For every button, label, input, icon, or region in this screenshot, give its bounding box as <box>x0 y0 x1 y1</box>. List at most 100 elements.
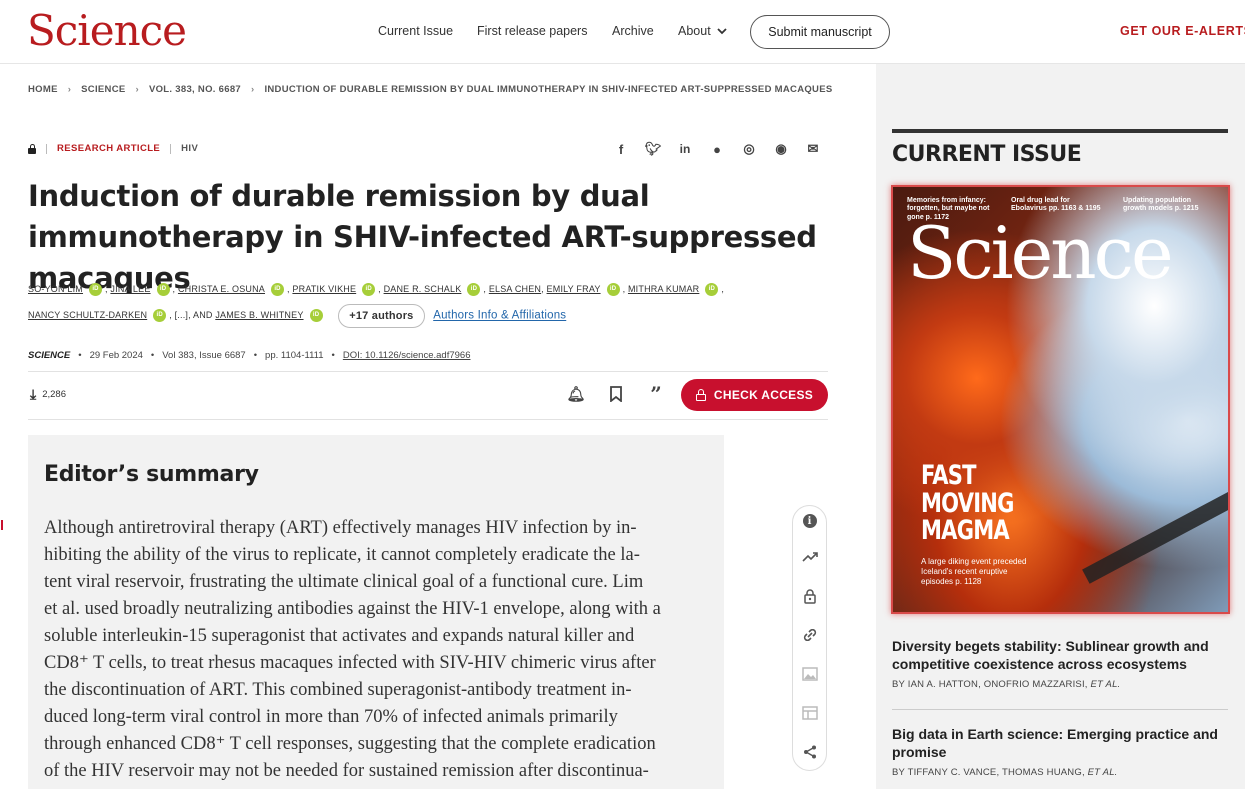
rail-article: Diversity begets stability: Sublinear gr… <box>892 637 1228 690</box>
site-header: Science Current Issue First release pape… <box>0 0 1245 64</box>
access-lock-icon[interactable] <box>801 586 819 606</box>
more-authors-button[interactable]: +17 authors <box>338 303 425 328</box>
bookmark-icon[interactable] <box>606 384 626 404</box>
summary-line: Although antiretroviral therapy (ART) ef… <box>44 518 637 538</box>
nav-current-issue[interactable]: Current Issue <box>378 24 453 38</box>
downloads-value: 2,286 <box>42 388 66 400</box>
wechat-icon[interactable]: ◎ <box>740 140 758 158</box>
bell-icon[interactable]: 🔔︎ <box>566 384 586 404</box>
downloads-count: ⤓ 2,286 <box>30 387 66 401</box>
orcid-icon[interactable]: iD <box>467 283 481 297</box>
cover-logo: Science <box>907 211 1174 295</box>
cite-icon[interactable]: ” <box>646 382 666 406</box>
breadcrumb: HOME › SCIENCE › VOL. 383, NO. 6687 › IN… <box>28 84 832 95</box>
nav-archive[interactable]: Archive <box>612 24 654 38</box>
orcid-icon[interactable]: iD <box>705 283 719 297</box>
right-rail: CURRENT ISSUE Memories from infancy: for… <box>876 64 1245 789</box>
author-link[interactable]: Elsa Chen <box>489 284 541 294</box>
orcid-icon[interactable]: iD <box>153 309 167 323</box>
chevron-right-icon: › <box>250 84 255 95</box>
chevron-right-icon: › <box>67 84 72 95</box>
e-alerts-link[interactable]: GET OUR E-ALERTS <box>1120 24 1245 38</box>
cover-headline-line: MOVING <box>921 487 1014 519</box>
submit-manuscript-button[interactable]: Submit manuscript <box>750 15 890 49</box>
author-link[interactable]: Jina Lee <box>110 284 150 294</box>
article-tools: 🔔︎ ” <box>566 382 666 406</box>
scroll-marker <box>1 520 3 530</box>
author-link[interactable]: Pratik Vikhe <box>292 284 356 294</box>
metrics-icon[interactable] <box>801 547 819 567</box>
lock-icon <box>28 143 36 154</box>
orcid-icon[interactable]: iD <box>606 283 620 297</box>
rail-article-authors: BY IAN A. HATTON, ONOFRIO MAZZARISI, ET … <box>892 679 1228 690</box>
author-link[interactable]: Nancy Schultz-Darken <box>28 310 147 320</box>
rail-article-title[interactable]: Diversity begets stability: Sublinear gr… <box>892 637 1228 673</box>
doi-link[interactable]: DOI: 10.1126/science.adf7966 <box>343 350 471 361</box>
orcid-icon[interactable]: iD <box>362 283 376 297</box>
editors-summary: Editor’s summary Although antiretroviral… <box>28 435 724 789</box>
cover-headline-line: FAST <box>921 460 976 491</box>
author-link[interactable]: So-Yon Lim <box>28 284 83 294</box>
orcid-icon[interactable]: iD <box>89 283 103 297</box>
authors-ellipsis[interactable]: [...], AND <box>175 310 213 320</box>
journal-name[interactable]: SCIENCE <box>28 350 70 361</box>
summary-line: duced long-term viral control in more th… <box>44 707 618 727</box>
info-icon[interactable]: i <box>802 514 817 528</box>
breadcrumb-science[interactable]: SCIENCE <box>81 84 125 95</box>
affiliations-link[interactable]: Authors Info & Affiliations <box>433 310 566 322</box>
article-type[interactable]: RESEARCH ARTICLE <box>57 143 160 154</box>
divider <box>170 143 172 154</box>
image-icon[interactable] <box>801 664 819 684</box>
pub-date: 29 Feb 2024 <box>89 350 143 361</box>
email-icon[interactable]: ✉ <box>804 140 822 158</box>
summary-line: the discontinuation of ART. This combine… <box>44 680 632 700</box>
divider <box>46 143 47 154</box>
whatsapp-icon[interactable]: ◉ <box>772 140 790 158</box>
orcid-icon[interactable]: iD <box>271 283 285 297</box>
divider <box>892 709 1228 710</box>
summary-line: et al. used broadly neutralizing antibod… <box>44 599 661 619</box>
twitter-icon[interactable]: 🐦︎ <box>644 140 662 158</box>
current-issue-title: CURRENT ISSUE <box>892 142 1082 167</box>
rail-article-author-names: BY IAN A. HATTON, ONOFRIO MAZZARISI, <box>892 679 1088 691</box>
rail-article-title[interactable]: Big data in Earth science: Emerging prac… <box>892 725 1228 761</box>
rail-article-etal: ET AL. <box>1087 767 1118 779</box>
share-bar: f 🐦︎ in ● ◎ ◉ ✉ <box>612 140 822 158</box>
nav-about[interactable]: About <box>678 24 727 38</box>
share-icon[interactable] <box>801 742 819 762</box>
reddit-icon[interactable]: ● <box>708 140 726 158</box>
issue-cover[interactable]: Memories from infancy: forgotten, but ma… <box>891 185 1230 614</box>
nav-about-label: About <box>678 24 711 38</box>
science-logo[interactable]: Science <box>27 10 187 52</box>
check-access-button[interactable]: CHECK ACCESS <box>681 379 828 411</box>
bullet: • <box>331 350 335 361</box>
side-toolbar: i <box>792 505 827 771</box>
lock-icon <box>695 389 706 401</box>
nav-first-release[interactable]: First release papers <box>477 24 587 38</box>
author-link[interactable]: Emily Fray <box>547 284 601 294</box>
facebook-icon[interactable]: f <box>612 140 630 158</box>
breadcrumb-volume[interactable]: VOL. 383, NO. 6687 <box>149 84 241 95</box>
author-link[interactable]: Mithra Kumar <box>628 284 699 294</box>
summary-line: soluble interleukin-15 superagonist that… <box>44 626 635 646</box>
summary-text: Although antiretroviral therapy (ART) ef… <box>44 515 714 785</box>
orcid-icon[interactable]: iD <box>156 283 170 297</box>
chevron-down-icon <box>717 28 727 35</box>
author-link[interactable]: James B. Whitney <box>215 310 303 320</box>
linkedin-icon[interactable]: in <box>676 140 694 158</box>
rail-rule <box>892 129 1228 133</box>
cover-road <box>1082 466 1228 584</box>
rail-article-authors: BY TIFFANY C. VANCE, THOMAS HUANG, ET AL… <box>892 767 1228 778</box>
rail-article: Big data in Earth science: Emerging prac… <box>892 725 1228 778</box>
chevron-right-icon: › <box>135 84 139 95</box>
orcid-icon[interactable]: iD <box>309 309 323 323</box>
author-link[interactable]: Dane R. Schalk <box>384 284 462 294</box>
author-link[interactable]: Christa E. Osuna <box>178 284 265 294</box>
cover-headline-line: MAGMA <box>921 515 1010 547</box>
bullet: • <box>150 350 155 361</box>
table-icon[interactable] <box>801 703 819 723</box>
link-icon[interactable] <box>801 625 819 645</box>
summary-line: through enhanced CD8⁺ T cell responses, … <box>44 734 656 754</box>
breadcrumb-home[interactable]: HOME <box>28 84 58 95</box>
article-topic[interactable]: HIV <box>181 143 198 154</box>
